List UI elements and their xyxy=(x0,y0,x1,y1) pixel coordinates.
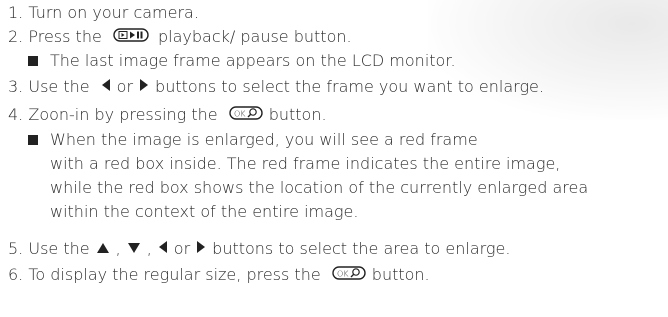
step-3-text-pre: 3. Use the xyxy=(8,77,95,96)
step-4-text-post: button. xyxy=(268,105,327,124)
step-5-sep-2: , xyxy=(146,239,152,258)
step-2-text-pre: 2. Press the xyxy=(8,27,107,46)
step-4-note-line-1: When the image is enlarged, you will see… xyxy=(50,130,478,149)
step-6-text-pre: 6. To display the regular size, press th… xyxy=(8,265,326,284)
step-1-text: 1. Turn on your camera. xyxy=(8,3,199,22)
background-shading xyxy=(428,0,668,120)
step-4-note-line-3: while the red box shows the location of … xyxy=(50,178,589,197)
step-3-text-mid: or xyxy=(116,77,134,96)
step-6: 6. To display the regular size, press th… xyxy=(8,264,430,286)
right-arrow-icon xyxy=(196,238,206,260)
step-4-text-pre: 4. Zoon-in by pressing the xyxy=(8,105,223,124)
step-5: 5. Use the , , or buttons to select the … xyxy=(8,238,510,260)
step-4-note-line-2: with a red box inside. The red frame ind… xyxy=(50,154,561,173)
bullet-square-icon xyxy=(28,56,38,66)
up-arrow-icon xyxy=(96,238,110,260)
ok-zoom-button-icon: OK xyxy=(332,264,366,286)
step-5-sep-1: , xyxy=(115,239,121,258)
step-4-note-line-4-row: within the context of the entire image. xyxy=(50,201,358,223)
step-4-note: When the image is enlarged, you will see… xyxy=(28,129,478,151)
step-2-note: The last image frame appears on the LCD … xyxy=(28,50,456,72)
bullet-square-icon xyxy=(28,135,38,145)
svg-text:OK: OK xyxy=(234,110,246,119)
svg-text:OK: OK xyxy=(337,270,349,279)
ok-zoom-button-icon: OK xyxy=(229,104,263,126)
left-arrow-icon xyxy=(158,238,168,260)
step-1: 1. Turn on your camera. xyxy=(8,2,199,24)
step-4: 4. Zoon-in by pressing the OK button. xyxy=(8,104,327,126)
step-2: 2. Press the playback/ pause button. xyxy=(8,26,352,48)
step-4-note-line-3-row: while the red box shows the location of … xyxy=(50,177,588,199)
step-5-text-pre: 5. Use the xyxy=(8,239,90,258)
step-2-note-text: The last image frame appears on the LCD … xyxy=(50,51,456,70)
step-4-note-line-4: within the context of the entire image. xyxy=(50,202,359,221)
step-6-text-post: button. xyxy=(371,265,430,284)
step-4-note-line-2-row: with a red box inside. The red frame ind… xyxy=(50,153,560,175)
step-2-text-post: playback/ pause button. xyxy=(152,27,352,46)
step-3-text-post: buttons to select the frame you want to … xyxy=(155,77,544,96)
right-arrow-icon xyxy=(139,76,149,98)
step-5-text-mid: or xyxy=(173,239,191,258)
step-3: 3. Use the or buttons to select the fram… xyxy=(8,76,544,98)
left-arrow-icon xyxy=(101,76,111,98)
down-arrow-icon xyxy=(127,238,141,260)
playback-pause-button-icon xyxy=(113,26,149,48)
step-5-text-post: buttons to select the area to enlarge. xyxy=(212,239,511,258)
